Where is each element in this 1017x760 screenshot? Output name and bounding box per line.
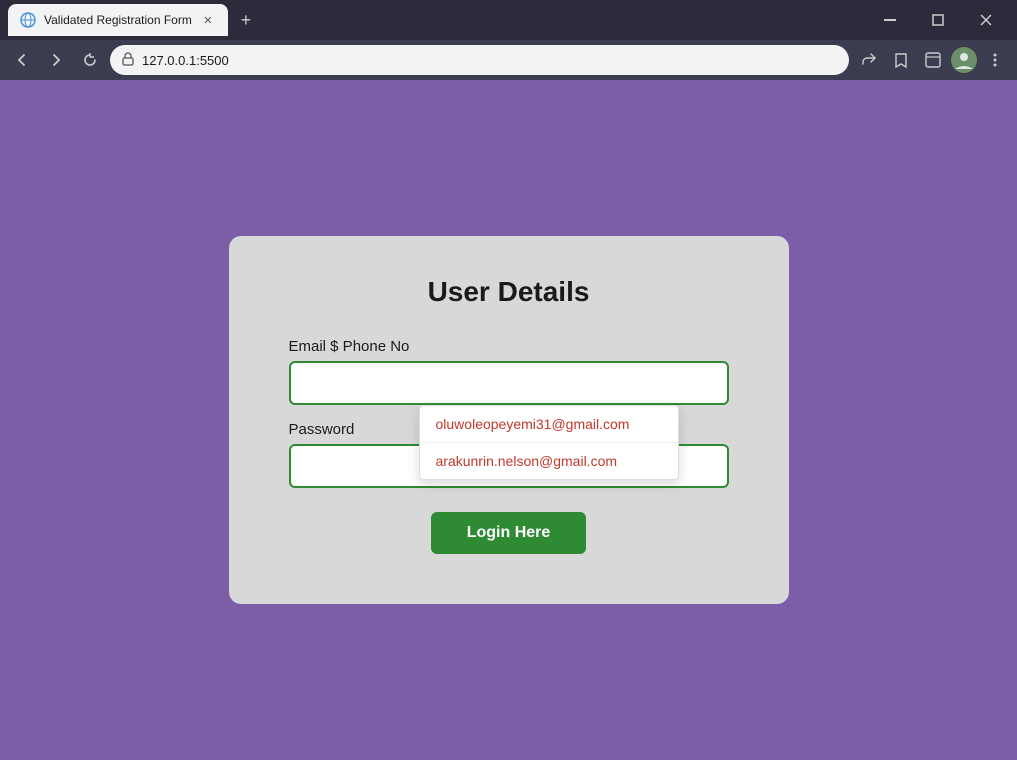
form-title: User Details [289, 276, 729, 308]
close-button[interactable] [963, 2, 1009, 38]
back-button[interactable] [8, 46, 36, 74]
title-bar: Validated Registration Form ✕ + [0, 0, 1017, 40]
bookmark-button[interactable] [887, 46, 915, 74]
minimize-button[interactable] [867, 2, 913, 38]
window-controls [867, 2, 1009, 38]
email-group: Email $ Phone No oluwoleopeyemi31@gmail.… [289, 338, 729, 405]
profile-avatar[interactable] [951, 47, 977, 73]
page-content: User Details Email $ Phone No oluwoleope… [0, 80, 1017, 760]
forward-button[interactable] [42, 46, 70, 74]
form-card: User Details Email $ Phone No oluwoleope… [229, 236, 789, 604]
email-input[interactable] [289, 361, 729, 405]
tab-favicon [20, 12, 36, 28]
autocomplete-item-2[interactable]: arakunrin.nelson@gmail.com [420, 443, 678, 479]
login-button[interactable]: Login Here [431, 512, 587, 554]
browser-chrome: Validated Registration Form ✕ + [0, 0, 1017, 80]
url-text: 127.0.0.1:5500 [142, 53, 837, 68]
address-bar[interactable]: 127.0.0.1:5500 [110, 45, 849, 75]
active-tab[interactable]: Validated Registration Form ✕ [8, 4, 228, 36]
autocomplete-dropdown: oluwoleopeyemi31@gmail.com arakunrin.nel… [419, 405, 679, 480]
tab-group-button[interactable] [919, 46, 947, 74]
reload-button[interactable] [76, 46, 104, 74]
menu-button[interactable] [981, 46, 1009, 74]
email-label: Email $ Phone No [289, 338, 729, 355]
restore-button[interactable] [915, 2, 961, 38]
nav-right-icons [855, 46, 1009, 74]
lock-icon [122, 52, 134, 69]
nav-bar: 127.0.0.1:5500 [0, 40, 1017, 80]
new-tab-button[interactable]: + [232, 6, 260, 34]
tab-title: Validated Registration Form [44, 13, 192, 27]
share-button[interactable] [855, 46, 883, 74]
tab-close-button[interactable]: ✕ [200, 12, 216, 28]
autocomplete-item-1[interactable]: oluwoleopeyemi31@gmail.com [420, 406, 678, 443]
